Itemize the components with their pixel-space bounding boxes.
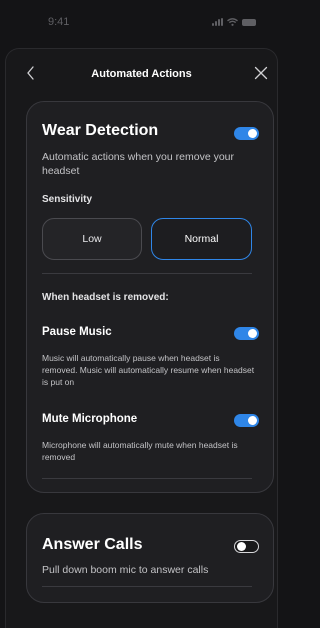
status-time: 9:41 (48, 16, 70, 28)
wear-detection-toggle[interactable] (234, 127, 259, 140)
sensitivity-normal-button[interactable]: Normal (151, 218, 252, 260)
toggle-knob (248, 416, 257, 425)
toggle-knob (248, 329, 257, 338)
answer-calls-card: Answer Calls Pull down boom mic to answe… (26, 513, 274, 603)
mute-microphone-toggle[interactable] (234, 414, 259, 427)
wifi-icon (227, 18, 238, 26)
signal-icon (212, 18, 223, 26)
page-title: Automated Actions (91, 68, 192, 80)
back-chevron-icon[interactable] (24, 65, 38, 81)
wear-detection-description: Automatic actions when you remove your h… (42, 151, 235, 177)
close-icon[interactable] (254, 66, 268, 80)
divider (42, 478, 252, 479)
sensitivity-low-button[interactable]: Low (42, 218, 142, 260)
battery-icon (242, 18, 256, 26)
removed-heading: When headset is removed: (42, 292, 169, 303)
nav-bar: Automated Actions (6, 49, 277, 97)
mute-microphone-title: Mute Microphone (42, 413, 138, 425)
divider (42, 273, 252, 274)
toggle-knob (237, 542, 246, 551)
pause-music-toggle[interactable] (234, 327, 259, 340)
answer-calls-description: Pull down boom mic to answer calls (42, 564, 209, 576)
sensitivity-label: Sensitivity (42, 194, 93, 205)
automated-actions-sheet: Automated Actions Wear Detection Automat… (5, 48, 278, 628)
answer-calls-title: Answer Calls (42, 536, 143, 553)
pause-music-title: Pause Music (42, 326, 112, 338)
divider (42, 586, 252, 587)
toggle-knob (248, 129, 257, 138)
mute-microphone-description: Microphone will automatically mute when … (42, 440, 238, 462)
status-bar: 9:41 (0, 0, 278, 44)
wear-detection-title: Wear Detection (42, 122, 159, 139)
answer-calls-toggle[interactable] (234, 540, 259, 553)
status-icons (212, 18, 256, 26)
wear-detection-card: Wear Detection Automatic actions when yo… (26, 101, 274, 493)
pause-music-description: Music will automatically pause when head… (42, 353, 255, 387)
